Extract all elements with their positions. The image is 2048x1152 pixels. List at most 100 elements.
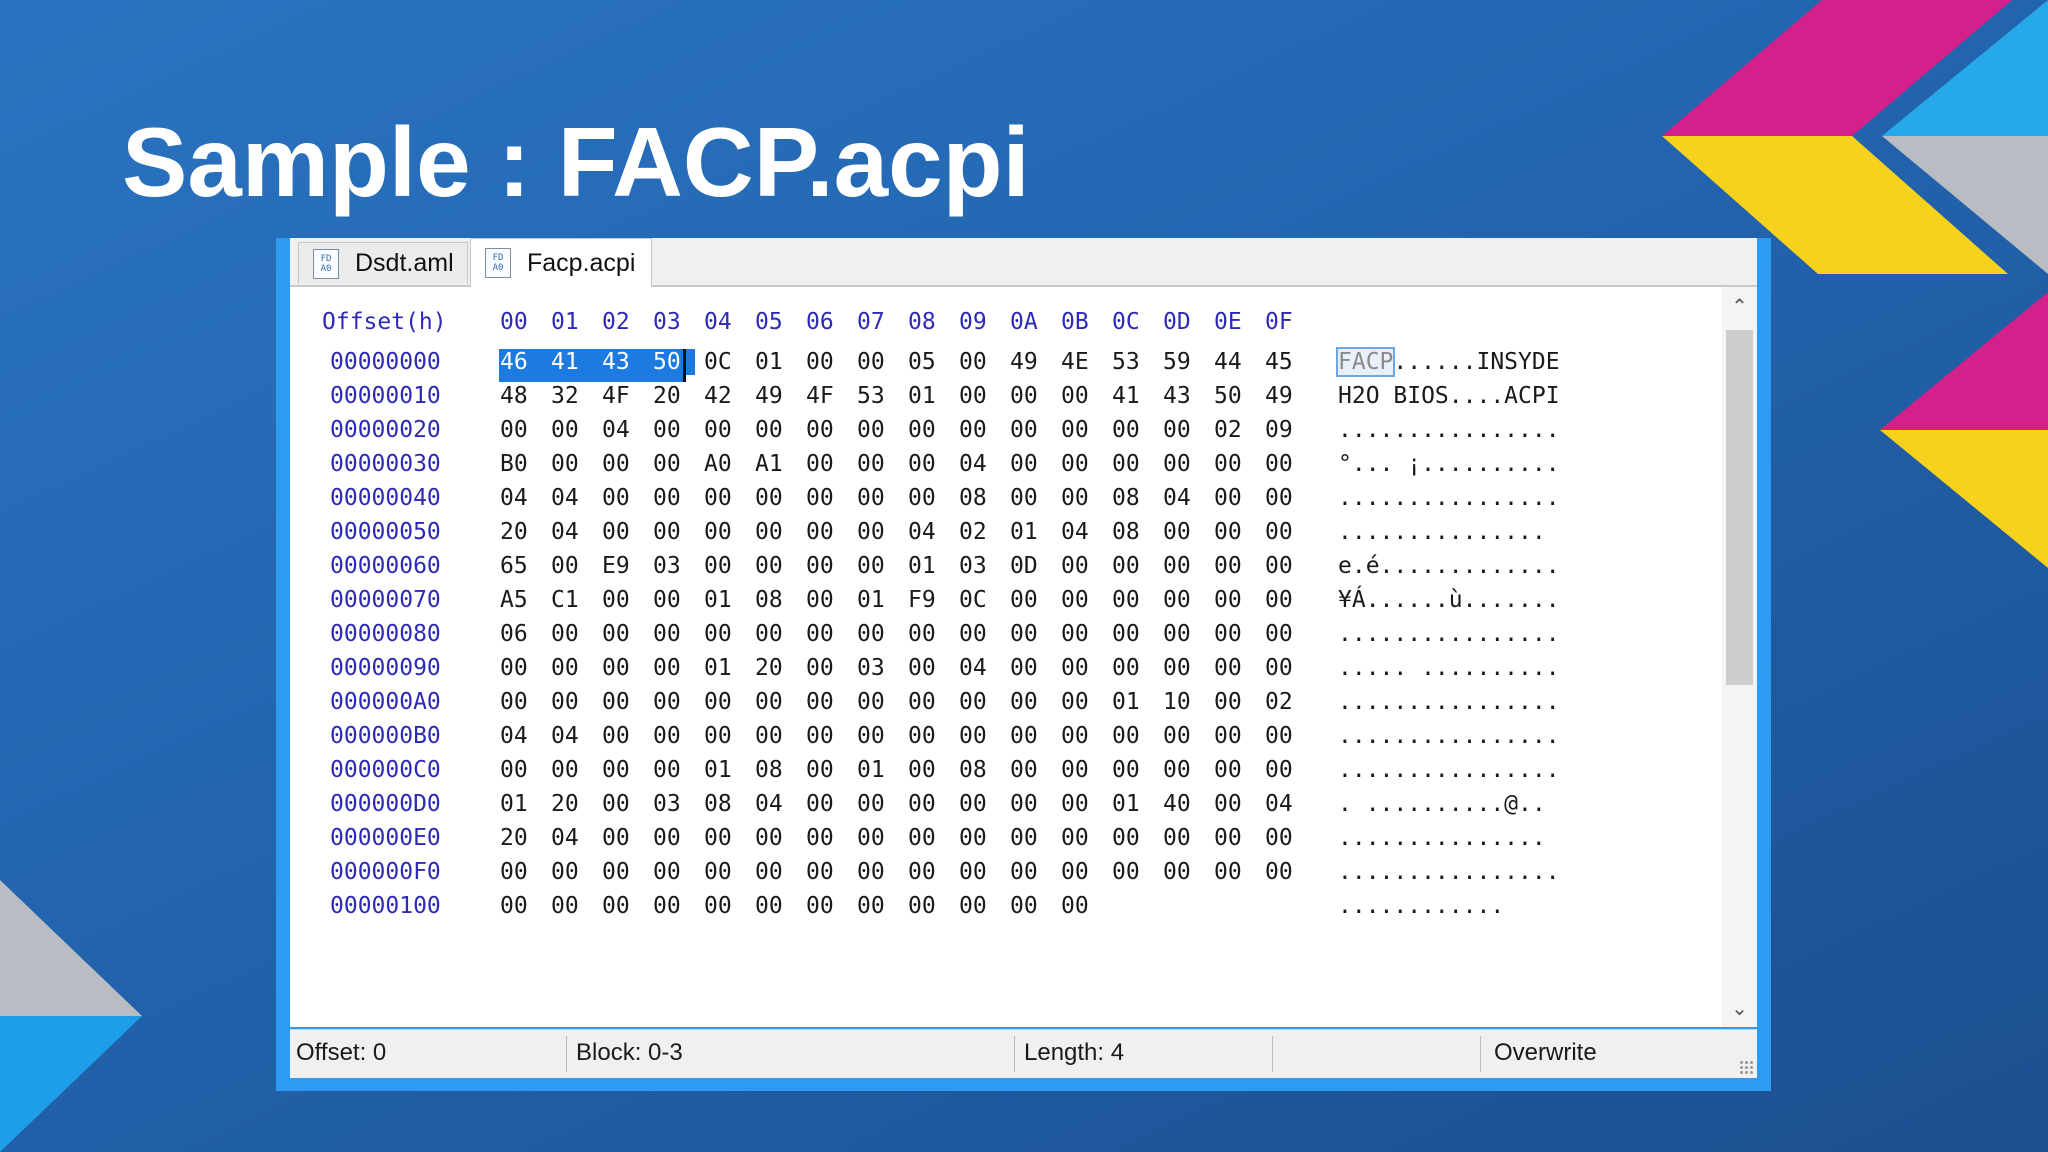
hex-byte[interactable]: 00 (959, 825, 1001, 851)
scrollbar-thumb[interactable] (1726, 330, 1753, 685)
hex-byte[interactable]: 65 (500, 553, 542, 579)
hex-byte[interactable]: 00 (551, 757, 593, 783)
ascii-text[interactable]: . ..........@.. (1338, 791, 1546, 817)
ascii-text[interactable]: ............ (1338, 893, 1504, 919)
hex-byte[interactable]: 0C (959, 587, 1001, 613)
hex-byte[interactable]: 00 (1214, 553, 1256, 579)
hex-byte[interactable]: 03 (653, 791, 695, 817)
hex-byte[interactable]: 00 (959, 349, 1001, 375)
hex-byte[interactable]: 04 (500, 723, 542, 749)
hex-byte[interactable]: 00 (653, 825, 695, 851)
hex-byte[interactable]: 01 (704, 587, 746, 613)
hex-byte[interactable]: 00 (602, 655, 644, 681)
hex-byte[interactable]: 04 (551, 825, 593, 851)
hex-row[interactable]: 00000050 20 04 00 00 00 00 00 00 04 02 01 04 08 00 00 00… (290, 519, 1720, 553)
hex-byte[interactable]: 01 (857, 757, 899, 783)
ascii-text[interactable]: ..... .......... (1338, 655, 1560, 681)
hex-byte[interactable]: 00 (908, 859, 950, 885)
hex-byte[interactable]: 00 (602, 859, 644, 885)
hex-byte[interactable]: 00 (1214, 859, 1256, 885)
hex-byte[interactable]: 00 (908, 485, 950, 511)
hex-byte[interactable]: 00 (1010, 791, 1052, 817)
hex-byte[interactable]: 20 (500, 825, 542, 851)
hex-byte[interactable]: 00 (653, 655, 695, 681)
hex-byte[interactable]: 00 (1163, 825, 1205, 851)
hex-row[interactable]: 000000C0 00 00 00 00 01 08 00 01 00 08 00 00 00 00 00 00… (290, 757, 1720, 791)
hex-byte[interactable]: 00 (551, 655, 593, 681)
hex-byte[interactable]: 01 (1010, 519, 1052, 545)
hex-byte[interactable]: 00 (908, 893, 950, 919)
ascii-text[interactable]: ¥Á......ù....... (1338, 587, 1560, 613)
hex-byte[interactable]: 4F (806, 383, 848, 409)
scroll-up-arrow-icon[interactable]: ⌃ (1722, 291, 1757, 321)
hex-byte[interactable]: 00 (1112, 825, 1154, 851)
hex-byte[interactable]: 00 (653, 519, 695, 545)
resize-grip-icon[interactable] (1739, 1060, 1753, 1074)
tab-dsdt-aml[interactable]: FD A0 Dsdt.aml (298, 242, 468, 284)
hex-byte[interactable]: 00 (602, 791, 644, 817)
hex-byte[interactable]: 00 (1061, 689, 1103, 715)
hex-byte[interactable]: 08 (959, 485, 1001, 511)
hex-row[interactable]: 00000090 00 00 00 00 01 20 00 03 00 04 00 00 00 00 00 00… (290, 655, 1720, 689)
hex-byte[interactable]: 00 (1112, 723, 1154, 749)
hex-byte[interactable]: 00 (1265, 655, 1307, 681)
hex-byte[interactable]: 00 (1010, 893, 1052, 919)
hex-byte[interactable]: 00 (1061, 791, 1103, 817)
hex-byte[interactable]: 00 (1112, 655, 1154, 681)
hex-byte[interactable]: 08 (755, 587, 797, 613)
hex-byte[interactable]: 08 (959, 757, 1001, 783)
hex-byte[interactable]: 41 (1112, 383, 1154, 409)
hex-byte[interactable]: 00 (551, 417, 593, 443)
hex-byte[interactable]: 00 (806, 689, 848, 715)
hex-row[interactable]: 00000020 00 00 04 00 00 00 00 00 00 00 00 00 00 00 02 09… (290, 417, 1720, 451)
ascii-text[interactable]: ................ (1338, 417, 1560, 443)
hex-byte[interactable]: 00 (500, 689, 542, 715)
hex-byte[interactable]: 00 (806, 451, 848, 477)
ascii-text[interactable]: ............... (1338, 825, 1546, 851)
hex-byte[interactable]: 01 (908, 553, 950, 579)
hex-byte[interactable]: 04 (1265, 791, 1307, 817)
hex-row[interactable]: 00000100 00 00 00 00 00 00 00 00 00 00 00 00........… (290, 893, 1720, 927)
hex-byte[interactable]: 00 (1214, 587, 1256, 613)
hex-byte[interactable]: 00 (1010, 383, 1052, 409)
hex-byte[interactable]: 00 (1265, 825, 1307, 851)
hex-byte[interactable]: 00 (959, 723, 1001, 749)
hex-byte[interactable]: 04 (908, 519, 950, 545)
hex-byte[interactable]: 00 (1010, 689, 1052, 715)
hex-byte[interactable]: 00 (959, 859, 1001, 885)
hex-byte[interactable]: 42 (704, 383, 746, 409)
hex-byte[interactable]: 04 (551, 723, 593, 749)
hex-byte[interactable]: 01 (755, 349, 797, 375)
hex-byte[interactable]: 41 (551, 349, 593, 375)
hex-byte[interactable]: 04 (1163, 485, 1205, 511)
hex-byte[interactable]: 00 (806, 485, 848, 511)
hex-byte[interactable]: 00 (857, 723, 899, 749)
hex-byte[interactable]: 00 (704, 553, 746, 579)
hex-byte[interactable]: 00 (755, 859, 797, 885)
hex-byte[interactable]: 00 (653, 893, 695, 919)
hex-byte[interactable]: 00 (908, 621, 950, 647)
hex-byte[interactable]: 00 (704, 723, 746, 749)
hex-byte[interactable]: 00 (908, 655, 950, 681)
hex-byte[interactable]: 04 (551, 485, 593, 511)
hex-byte[interactable]: 03 (653, 553, 695, 579)
hex-byte[interactable]: 00 (857, 621, 899, 647)
hex-byte[interactable]: E9 (602, 553, 644, 579)
hex-byte[interactable]: C1 (551, 587, 593, 613)
hex-byte[interactable]: 00 (653, 757, 695, 783)
hex-byte[interactable]: 00 (1163, 587, 1205, 613)
hex-byte[interactable]: 00 (1214, 723, 1256, 749)
hex-byte[interactable]: 00 (653, 859, 695, 885)
hex-byte[interactable]: 00 (500, 655, 542, 681)
hex-byte[interactable]: 00 (755, 417, 797, 443)
hex-byte[interactable]: 00 (551, 893, 593, 919)
hex-row[interactable]: 000000E0 20 04 00 00 00 00 00 00 00 00 00 00 00 00 00 00… (290, 825, 1720, 859)
hex-byte[interactable]: 00 (806, 723, 848, 749)
hex-byte[interactable]: 20 (551, 791, 593, 817)
hex-byte[interactable]: 02 (1214, 417, 1256, 443)
hex-byte[interactable]: 04 (1061, 519, 1103, 545)
hex-byte[interactable]: 00 (602, 451, 644, 477)
hex-byte[interactable]: 20 (755, 655, 797, 681)
hex-byte[interactable]: 00 (1061, 825, 1103, 851)
hex-byte[interactable]: 00 (1214, 689, 1256, 715)
